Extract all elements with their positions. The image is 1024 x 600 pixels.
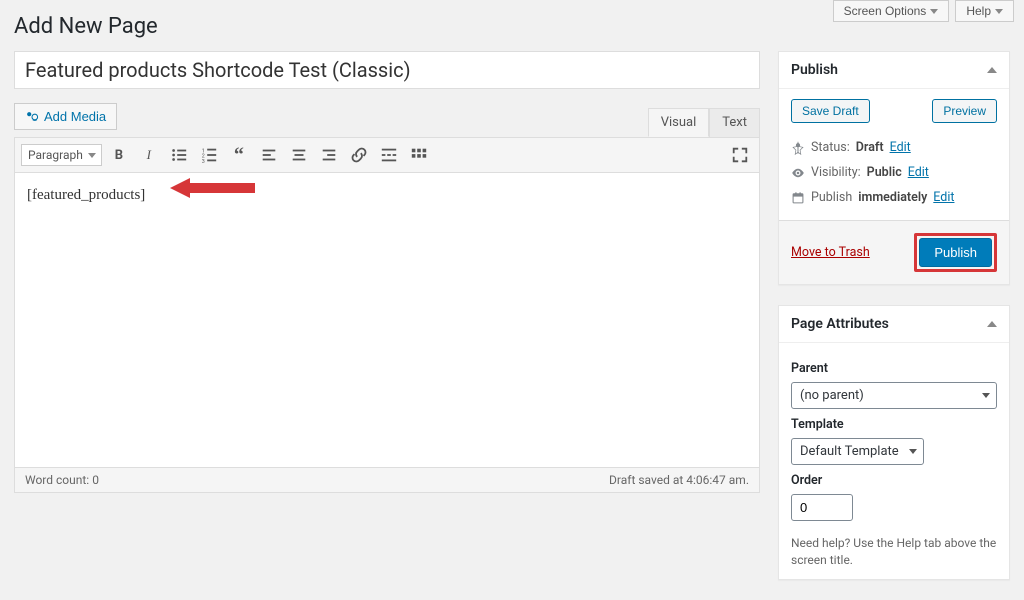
parent-label: Parent (791, 361, 997, 376)
status-value: Draft (856, 140, 884, 155)
tab-visual[interactable]: Visual (648, 108, 710, 137)
template-label: Template (791, 417, 997, 432)
collapse-toggle[interactable] (987, 67, 997, 73)
align-center-icon (290, 146, 308, 164)
align-left-button[interactable] (256, 142, 282, 168)
order-input[interactable] (791, 494, 853, 521)
annotation-arrow (170, 177, 260, 204)
chevron-down-icon (995, 9, 1003, 14)
parent-select-value: (no parent) (800, 388, 864, 403)
help-button[interactable]: Help (955, 0, 1014, 22)
editor-content-area[interactable]: [featured_products] (15, 173, 759, 467)
chevron-down-icon (982, 393, 990, 398)
link-icon (350, 146, 368, 164)
move-to-trash-link[interactable]: Move to Trash (791, 245, 870, 260)
italic-button[interactable]: I (136, 142, 162, 168)
attributes-help-text: Need help? Use the Help tab above the sc… (791, 535, 997, 569)
editor-content-text: [featured_products] (27, 187, 145, 203)
format-select[interactable]: Paragraph (21, 144, 102, 166)
add-media-button[interactable]: Add Media (14, 103, 117, 130)
read-more-icon (380, 146, 398, 164)
fullscreen-button[interactable] (727, 142, 753, 168)
bullet-list-icon (170, 146, 188, 164)
numbered-list-button[interactable]: 123 (196, 142, 222, 168)
order-label: Order (791, 473, 997, 488)
editor-toolbar: Paragraph B I 123 “ (15, 138, 759, 173)
tab-text[interactable]: Text (709, 108, 760, 137)
word-count-value: 0 (92, 473, 99, 487)
publish-box: Publish Save Draft Preview Status: Draft… (778, 51, 1010, 285)
template-select-value: Default Template (800, 444, 899, 459)
edit-status-link[interactable]: Edit (890, 140, 911, 155)
align-center-button[interactable] (286, 142, 312, 168)
fullscreen-icon (731, 146, 749, 164)
edit-visibility-link[interactable]: Edit (908, 165, 929, 180)
calendar-icon (791, 191, 805, 205)
toolbar-toggle-button[interactable] (406, 142, 432, 168)
parent-select[interactable]: (no parent) (791, 382, 997, 409)
word-count-label: Word count: (25, 473, 89, 487)
publish-highlight-annotation: Publish (914, 233, 997, 272)
align-right-icon (320, 146, 338, 164)
bold-button[interactable]: B (106, 142, 132, 168)
editor-container: Paragraph B I 123 “ (14, 137, 760, 493)
numbered-list-icon: 123 (200, 146, 218, 164)
screen-options-button[interactable]: Screen Options (833, 0, 950, 22)
pin-icon (791, 141, 805, 155)
eye-icon (791, 166, 805, 180)
bullet-list-button[interactable] (166, 142, 192, 168)
preview-button[interactable]: Preview (932, 99, 997, 123)
visibility-label: Visibility: (811, 165, 861, 180)
publish-button[interactable]: Publish (919, 238, 992, 267)
link-button[interactable] (346, 142, 372, 168)
screen-options-label: Screen Options (844, 4, 927, 18)
collapse-toggle[interactable] (987, 321, 997, 327)
template-select[interactable]: Default Template (791, 438, 924, 465)
read-more-button[interactable] (376, 142, 402, 168)
status-label: Status: (811, 140, 850, 155)
align-left-icon (260, 146, 278, 164)
align-right-button[interactable] (316, 142, 342, 168)
media-icon (25, 110, 39, 124)
schedule-value: immediately (858, 190, 927, 205)
page-title-input[interactable] (14, 51, 760, 89)
help-label: Help (966, 4, 991, 18)
toolbar-toggle-icon (410, 146, 428, 164)
blockquote-button[interactable]: “ (226, 142, 252, 168)
visibility-value: Public (867, 165, 902, 180)
add-media-label: Add Media (44, 109, 106, 124)
draft-saved-text: Draft saved at 4:06:47 am. (609, 473, 749, 487)
schedule-label: Publish (811, 190, 852, 205)
publish-box-title: Publish (791, 62, 838, 78)
edit-schedule-link[interactable]: Edit (933, 190, 954, 205)
chevron-down-icon (930, 9, 938, 14)
svg-text:3: 3 (202, 159, 205, 164)
format-select-label: Paragraph (28, 148, 83, 162)
chevron-down-icon (909, 449, 917, 454)
attributes-box-title: Page Attributes (791, 316, 889, 332)
save-draft-button[interactable]: Save Draft (791, 99, 870, 123)
editor-status-bar: Word count: 0 Draft saved at 4:06:47 am. (15, 467, 759, 492)
page-attributes-box: Page Attributes Parent (no parent) Templ… (778, 305, 1010, 580)
